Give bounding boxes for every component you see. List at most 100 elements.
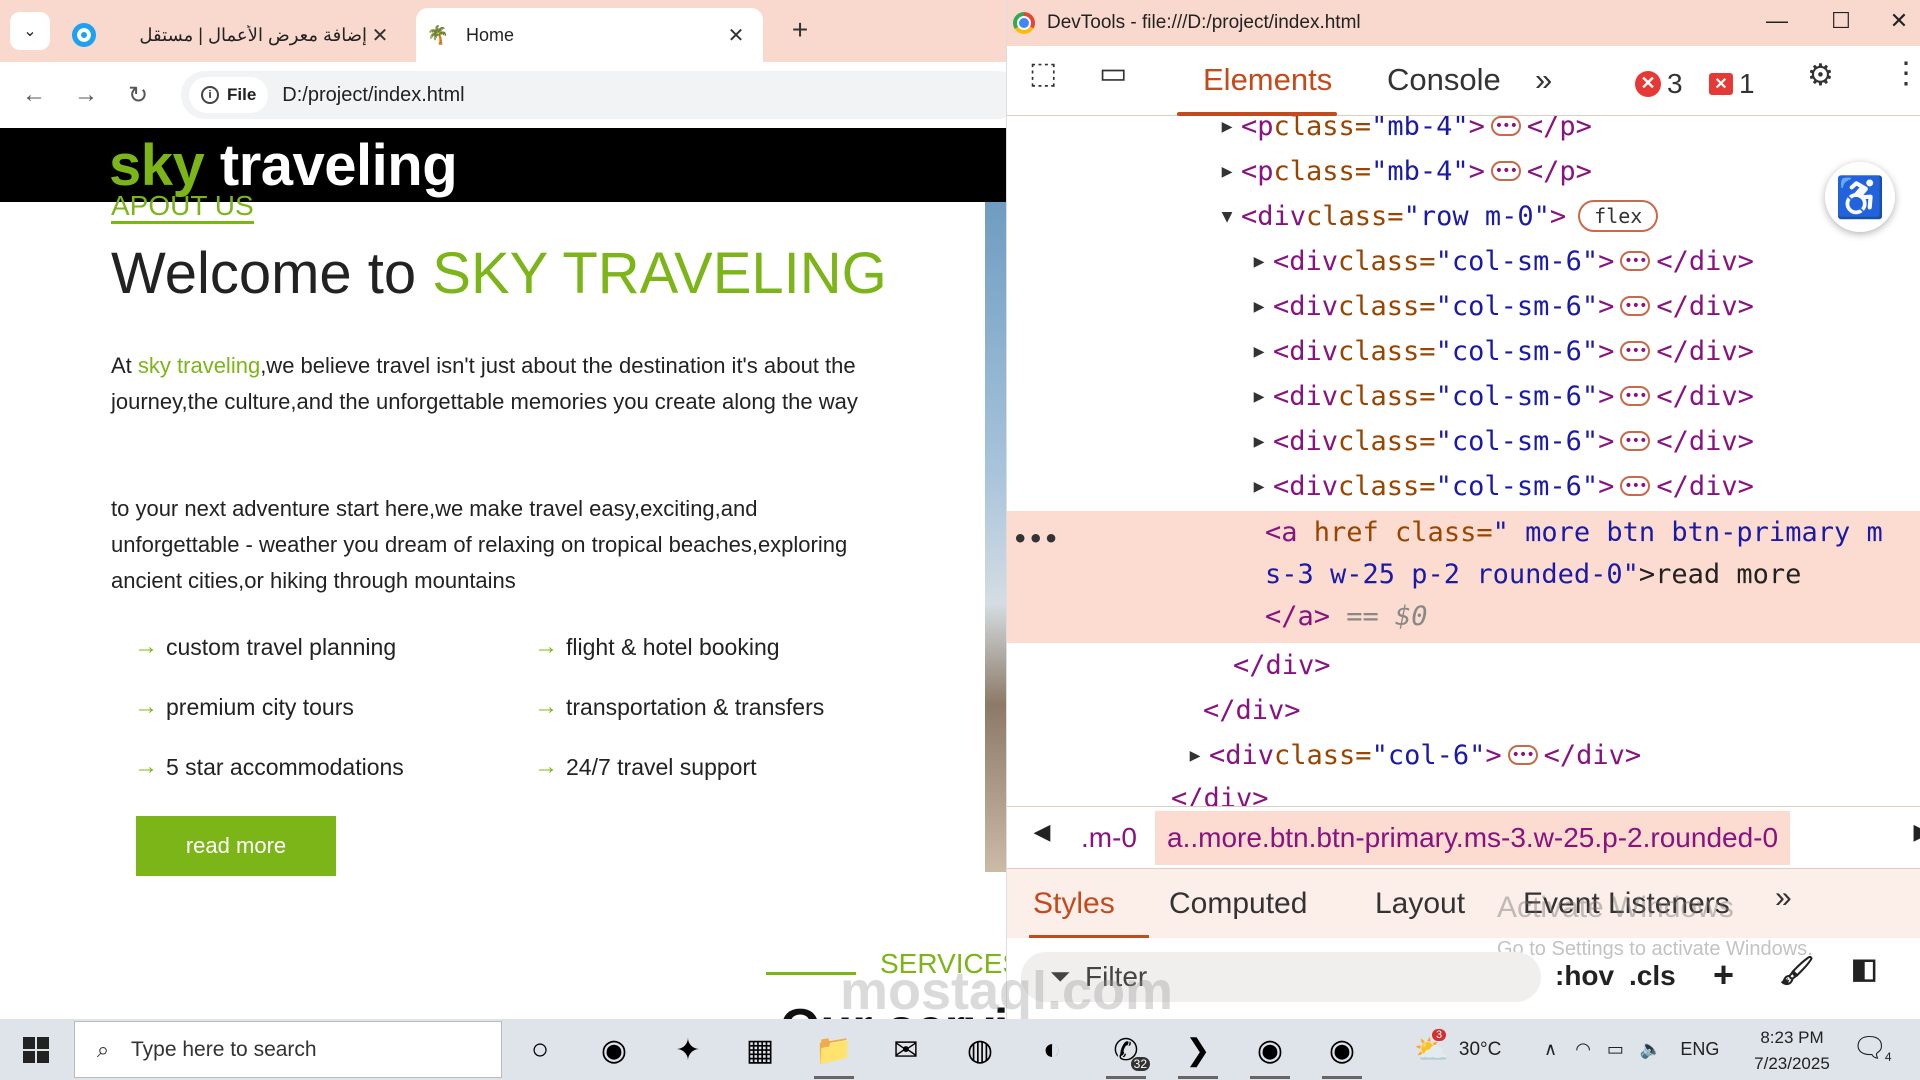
issues-counter[interactable]: ✕ 1	[1709, 64, 1755, 100]
dom-node[interactable]: </div>	[1007, 776, 1920, 807]
device-toolbar-icon[interactable]: ▭	[1099, 56, 1127, 91]
dom-node[interactable]: ▼ <div class= "row m-0" > flex	[1007, 194, 1920, 238]
ellipsis-badge[interactable]: •••	[1620, 476, 1651, 496]
breadcrumb-prev-icon[interactable]: ◀	[1017, 819, 1067, 845]
hover-state-toggle[interactable]: :hov	[1555, 960, 1614, 992]
ellipsis-badge[interactable]: •••	[1507, 745, 1538, 765]
tab-home[interactable]: 🌴 Home ✕	[416, 8, 763, 62]
class-toggle[interactable]: .cls	[1629, 960, 1676, 992]
copilot-icon[interactable]: ✦	[664, 1027, 712, 1073]
expand-triangle-icon[interactable]: ▶	[1249, 341, 1269, 362]
expand-triangle-icon[interactable]: ▶	[1249, 251, 1269, 272]
wifi-icon[interactable]: ◠	[1575, 1039, 1591, 1060]
ellipsis-badge[interactable]: •••	[1620, 296, 1651, 316]
chrome-profile-icon[interactable]: ◉	[1246, 1027, 1294, 1079]
weather-widget[interactable]: ⛅ 3 30°C	[1414, 1019, 1501, 1080]
dom-node[interactable]: ▶ <div class= "col-6" > ••• </div>	[1007, 733, 1920, 777]
omnibox[interactable]: i File D:/project/index.html	[181, 71, 1006, 119]
expand-triangle-icon[interactable]: ▶	[1217, 116, 1237, 137]
expand-triangle-icon[interactable]: ▶	[1249, 386, 1269, 407]
expand-triangle-icon[interactable]: ▶	[1249, 296, 1269, 317]
accessibility-icon[interactable]: ♿	[1825, 162, 1895, 232]
tab-console[interactable]: Console	[1387, 62, 1501, 98]
tab-mostaql[interactable]: إضافة معرض الأعمال | مستقل ✕	[62, 8, 407, 62]
edge-icon[interactable]: ◐	[1028, 1027, 1076, 1073]
ellipsis-badge[interactable]: •••	[1620, 251, 1651, 271]
kebab-menu-icon[interactable]: ⋮	[1891, 56, 1920, 91]
dom-node[interactable]: ▶ <p class= "mb-4" > ••• </p>	[1007, 116, 1920, 148]
new-tab-button[interactable]: +	[782, 14, 818, 46]
dom-node[interactable]: ▶ <div class= "col-sm-6" > ••• </div>	[1007, 329, 1920, 373]
cortana-icon[interactable]: ○	[516, 1027, 564, 1073]
dom-node[interactable]: </div>	[1007, 688, 1920, 732]
battery-icon[interactable]: ▭	[1607, 1039, 1624, 1060]
whatsapp-icon[interactable]: ✆ 32	[1102, 1027, 1150, 1079]
taskbar-search[interactable]: ⌕ Type here to search	[74, 1021, 502, 1078]
ellipsis-badge[interactable]: •••	[1490, 116, 1521, 136]
close-window-button[interactable]: ✕	[1879, 8, 1919, 34]
tab-elements[interactable]: Elements	[1203, 62, 1332, 98]
errors-counter[interactable]: ✕ 3	[1635, 64, 1683, 100]
forward-button[interactable]: →	[60, 81, 112, 109]
tab-computed[interactable]: Computed	[1169, 887, 1307, 921]
breadcrumb-item[interactable]: .m-0	[1069, 811, 1149, 865]
file-explorer-icon[interactable]: 📁	[810, 1027, 858, 1079]
chevron-up-icon[interactable]: ∧	[1544, 1039, 1557, 1060]
volume-icon[interactable]: 🔈	[1640, 1039, 1662, 1060]
site-info-chip[interactable]: i File	[189, 77, 269, 113]
flex-badge[interactable]: flex	[1578, 200, 1659, 232]
dom-node[interactable]: </div>	[1007, 643, 1920, 687]
tab-styles[interactable]: Styles	[1033, 887, 1115, 921]
dom-node[interactable]: ▶ <div class= "col-sm-6" > ••• </div>	[1007, 374, 1920, 418]
selected-dom-node[interactable]: ••• <a href class=" more btn btn-primary…	[1007, 511, 1920, 643]
site-brand[interactable]: sky traveling	[109, 132, 458, 199]
tab-close-icon[interactable]: ✕	[367, 23, 393, 48]
ellipsis-badge[interactable]: •••	[1620, 386, 1651, 406]
paint-roller-icon[interactable]: 🖌	[1779, 954, 1815, 987]
start-button[interactable]	[0, 1019, 72, 1080]
breadcrumb-next-icon[interactable]: ▶	[1897, 819, 1920, 845]
beach-image	[985, 202, 1006, 872]
expand-triangle-icon[interactable]: ▶	[1217, 161, 1237, 182]
breadcrumb-item-current[interactable]: a..more.btn.btn-primary.ms-3.w-25.p-2.ro…	[1155, 811, 1791, 865]
more-subtabs-button[interactable]: »	[1775, 881, 1792, 915]
reload-button[interactable]: ↻	[112, 81, 164, 110]
chrome-taskbar-icon[interactable]: ◉	[590, 1027, 638, 1073]
notification-icon[interactable]: 🗨 4	[1852, 1031, 1892, 1064]
minimize-button[interactable]: —	[1757, 8, 1797, 34]
expand-triangle-icon[interactable]: ▶	[1249, 431, 1269, 452]
node-actions-icon[interactable]: •••	[1013, 525, 1059, 553]
brand-accent: sky	[109, 133, 205, 198]
back-button[interactable]: ←	[8, 81, 60, 109]
language-indicator[interactable]: ENG	[1680, 1039, 1719, 1060]
chrome-profile-icon[interactable]: ◉	[1318, 1027, 1366, 1079]
dom-node[interactable]: ▶ <div class= "col-sm-6" > ••• </div>	[1007, 464, 1920, 508]
toggle-sidebar-icon[interactable]: ◧	[1851, 952, 1877, 985]
dom-node[interactable]: ▶ <div class= "col-sm-6" > ••• </div>	[1007, 419, 1920, 463]
ellipsis-badge[interactable]: •••	[1620, 431, 1651, 451]
collapse-triangle-icon[interactable]: ▼	[1217, 206, 1237, 227]
vscode-icon[interactable]: ❯	[1174, 1027, 1222, 1079]
activate-windows-watermark: Activate Windows	[1497, 891, 1734, 924]
gear-icon[interactable]: ⚙	[1807, 58, 1834, 93]
firefox-icon[interactable]: ◍	[956, 1027, 1004, 1073]
ellipsis-badge[interactable]: •••	[1490, 161, 1521, 181]
tab-search-button[interactable]: ⌄	[10, 12, 50, 50]
new-style-rule-icon[interactable]: +	[1713, 954, 1734, 996]
expand-triangle-icon[interactable]: ▶	[1185, 745, 1205, 766]
dom-node[interactable]: ▶ <div class= "col-sm-6" > ••• </div>	[1007, 284, 1920, 328]
clock[interactable]: 8:23 PM 7/23/2025	[1742, 1025, 1842, 1077]
tab-layout[interactable]: Layout	[1375, 887, 1465, 921]
dom-node[interactable]: ▶ <div class= "col-sm-6" > ••• </div>	[1007, 239, 1920, 283]
outlook-icon[interactable]: ✉	[882, 1027, 930, 1073]
tab-close-icon[interactable]: ✕	[723, 23, 749, 48]
more-tabs-button[interactable]: »	[1535, 62, 1552, 98]
ellipsis-badge[interactable]: •••	[1620, 341, 1651, 361]
read-more-button[interactable]: read more	[136, 816, 336, 876]
maximize-button[interactable]: ☐	[1821, 8, 1861, 34]
expand-triangle-icon[interactable]: ▶	[1249, 476, 1269, 497]
inspect-element-icon[interactable]: ⬚	[1029, 56, 1057, 91]
store-icon[interactable]: ▦	[736, 1027, 784, 1073]
dom-node[interactable]: ▶ <p class= "mb-4" > ••• </p>	[1007, 149, 1920, 193]
url-text[interactable]: D:/project/index.html	[282, 84, 464, 107]
